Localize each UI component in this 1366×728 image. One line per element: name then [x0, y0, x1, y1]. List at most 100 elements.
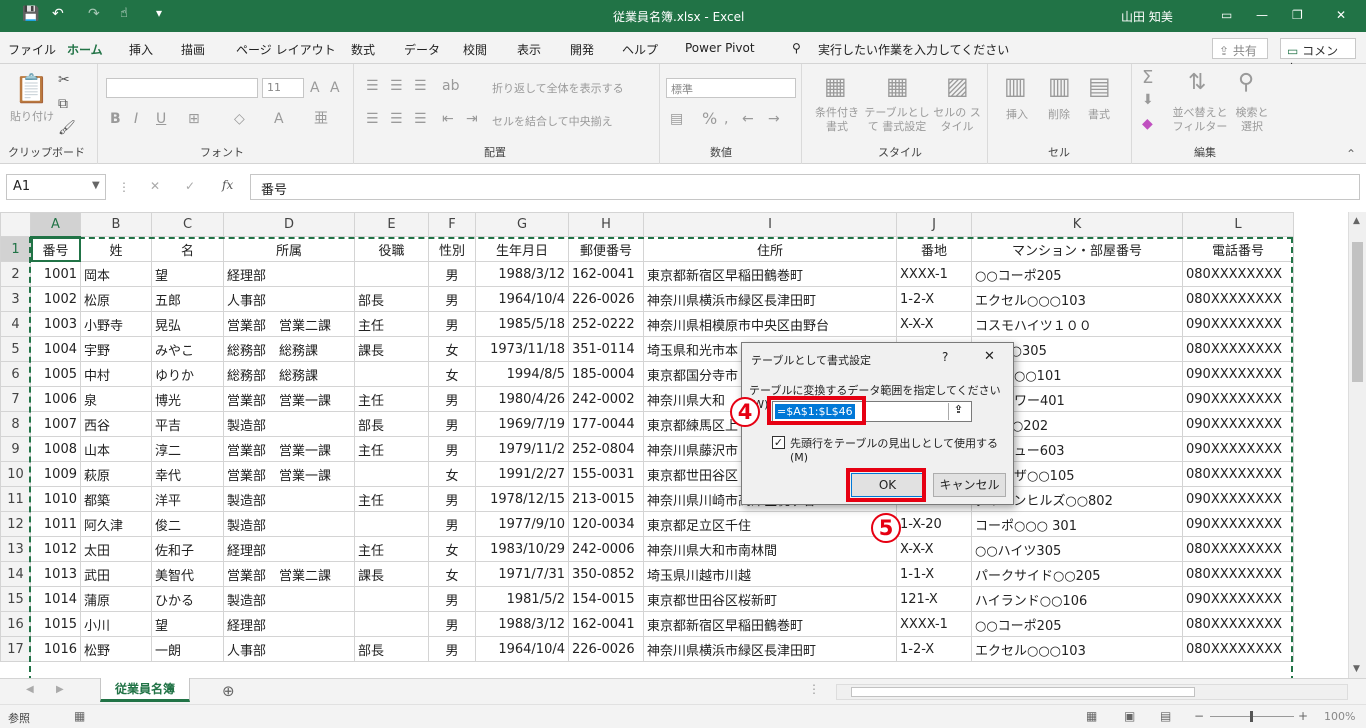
range-input[interactable]: =$A$1:$L$46	[772, 401, 972, 422]
cell[interactable]: 1964/10/4	[475, 286, 569, 312]
comment-button[interactable]: ▭ コメント	[1280, 38, 1356, 75]
cell-styles-button[interactable]: セルの スタイル	[932, 106, 982, 134]
cell[interactable]: 女	[428, 361, 476, 387]
cell[interactable]: 242-0006	[568, 536, 644, 562]
clear-icon[interactable]: ◆	[1142, 116, 1153, 132]
cell[interactable]: 080XXXXXXXX	[1182, 561, 1294, 587]
cell[interactable]: 350-0852	[568, 561, 644, 587]
cell[interactable]: 営業部 営業二課	[223, 561, 355, 587]
align-bottom-icon[interactable]: ☰	[414, 78, 427, 94]
cell[interactable]: 080XXXXXXXX	[1182, 286, 1294, 312]
cell[interactable]: 佐和子	[151, 536, 224, 562]
cell[interactable]: 総務部 総務課	[223, 336, 355, 362]
cell[interactable]: 1977/9/10	[475, 511, 569, 537]
format-as-table-icon[interactable]: ▦	[886, 72, 909, 100]
cell[interactable]: 俊二	[151, 511, 224, 537]
cell[interactable]: 番地	[896, 236, 972, 262]
cell[interactable]: 女	[428, 536, 476, 562]
borders-icon[interactable]: ⊞	[188, 111, 200, 127]
cell[interactable]: 五郎	[151, 286, 224, 312]
cell[interactable]: 小野寺	[80, 311, 152, 337]
cell-styles-icon[interactable]: ▨	[946, 72, 969, 100]
row-header[interactable]: 7	[0, 386, 31, 412]
cell[interactable]: エクセル○○○103	[971, 636, 1183, 662]
ribbon-display-icon[interactable]: ▭	[1221, 8, 1232, 22]
zoom-out-icon[interactable]: −	[1194, 709, 1204, 723]
cell[interactable]: 1964/10/4	[475, 636, 569, 662]
row-header[interactable]: 13	[0, 536, 31, 562]
cell[interactable]: 経理部	[223, 261, 355, 287]
tab-data[interactable]: データ	[404, 41, 440, 58]
cell[interactable]: 090XXXXXXXX	[1182, 511, 1294, 537]
row-header[interactable]: 6	[0, 361, 31, 387]
format-cells-button[interactable]: 書式	[1088, 106, 1110, 122]
cell[interactable]: 西谷	[80, 411, 152, 437]
cell[interactable]: 090XXXXXXXX	[1182, 436, 1294, 462]
cell[interactable]: 090XXXXXXXX	[1182, 486, 1294, 512]
cell[interactable]: 松原	[80, 286, 152, 312]
cell[interactable]: ○○コーポ205	[971, 611, 1183, 637]
cell[interactable]: 1-X-20	[896, 511, 972, 537]
cell[interactable]: マンション・部屋番号	[971, 236, 1183, 262]
cell[interactable]: 部長	[354, 636, 429, 662]
cell[interactable]	[354, 461, 429, 487]
cell[interactable]: 主任	[354, 436, 429, 462]
italic-button[interactable]: I	[134, 111, 138, 127]
formula-input[interactable]: 番号	[250, 174, 1360, 200]
row-header[interactable]: 16	[0, 611, 31, 637]
cell[interactable]: 課長	[354, 336, 429, 362]
cell[interactable]: パークサイド○○205	[971, 561, 1183, 587]
cell[interactable]: 155-0031	[568, 461, 644, 487]
row-header[interactable]: 3	[0, 286, 31, 312]
cell[interactable]: 080XXXXXXXX	[1182, 261, 1294, 287]
cell[interactable]: 東京都世田谷区桜新町	[643, 586, 897, 612]
cell[interactable]: 都築	[80, 486, 152, 512]
row-header[interactable]: 1	[0, 236, 31, 262]
decrease-decimal-icon[interactable]: →	[768, 111, 780, 127]
cell[interactable]: 部長	[354, 286, 429, 312]
cell[interactable]: 1971/7/31	[475, 561, 569, 587]
tab-view[interactable]: 表示	[517, 41, 541, 58]
column-header[interactable]: I	[643, 212, 897, 237]
cell[interactable]: 番号	[30, 236, 81, 262]
column-header[interactable]: E	[354, 212, 429, 237]
cell[interactable]: 090XXXXXXXX	[1182, 586, 1294, 612]
cell[interactable]: ○○ハイツ305	[971, 536, 1183, 562]
zoom-level[interactable]: 100%	[1324, 710, 1355, 723]
cell[interactable]: 120-0034	[568, 511, 644, 537]
fill-color-icon[interactable]: ◇	[234, 111, 245, 127]
decrease-font-icon[interactable]: A	[330, 80, 340, 96]
cell[interactable]: 1978/12/15	[475, 486, 569, 512]
cell[interactable]: 泉	[80, 386, 152, 412]
cell[interactable]: 淳二	[151, 436, 224, 462]
cell[interactable]: ハイランド○○106	[971, 586, 1183, 612]
cut-icon[interactable]: ✂	[58, 72, 70, 88]
percent-icon[interactable]: %	[702, 111, 717, 127]
cell[interactable]: 郵便番号	[568, 236, 644, 262]
dialog-close-button[interactable]: ✕	[984, 349, 995, 364]
column-header[interactable]: D	[223, 212, 355, 237]
cell[interactable]: 製造部	[223, 511, 355, 537]
cancel-button[interactable]: キャンセル	[933, 473, 1006, 497]
cell[interactable]: 154-0015	[568, 586, 644, 612]
cell[interactable]: 1011	[30, 511, 81, 537]
align-top-icon[interactable]: ☰	[366, 78, 379, 94]
cell[interactable]: 090XXXXXXXX	[1182, 386, 1294, 412]
cell[interactable]: 080XXXXXXXX	[1182, 636, 1294, 662]
cell[interactable]: 主任	[354, 311, 429, 337]
font-size-input[interactable]: 11	[262, 78, 304, 98]
cell[interactable]: 経理部	[223, 611, 355, 637]
column-header[interactable]: F	[428, 212, 476, 237]
cell[interactable]: 1013	[30, 561, 81, 587]
cell[interactable]: 営業部 営業一課	[223, 436, 355, 462]
row-header[interactable]: 9	[0, 436, 31, 462]
cell[interactable]: 人事部	[223, 286, 355, 312]
close-window-icon[interactable]: ✕	[1336, 8, 1346, 22]
cell[interactable]: 阿久津	[80, 511, 152, 537]
prev-sheet-icon[interactable]: ◀	[26, 684, 34, 695]
cell[interactable]: 部長	[354, 411, 429, 437]
cell[interactable]: 1002	[30, 286, 81, 312]
underline-button[interactable]: U	[156, 111, 166, 127]
cell[interactable]: 望	[151, 611, 224, 637]
new-sheet-icon[interactable]: ⊕	[222, 682, 235, 700]
